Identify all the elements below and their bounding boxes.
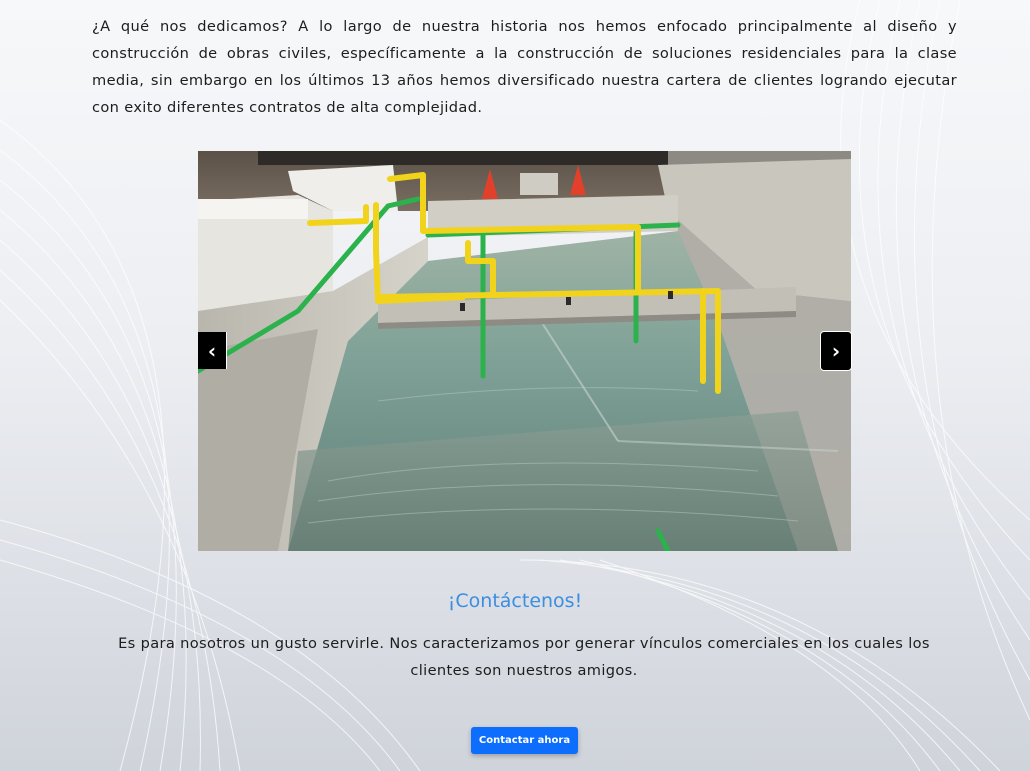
carousel-image-water-tank — [198, 151, 851, 551]
chevron-left-icon: ‹ — [207, 338, 217, 363]
carousel-next-button[interactable]: › — [820, 331, 852, 371]
contact-now-button[interactable]: Contactar ahora — [471, 727, 578, 754]
contact-title: ¡Contáctenos! — [447, 590, 583, 612]
contact-description: Es para nosotros un gusto servirle. Nos … — [118, 635, 930, 679]
chevron-right-icon: › — [831, 339, 841, 363]
image-carousel — [198, 151, 851, 551]
carousel-prev-button[interactable]: ‹ — [198, 332, 227, 369]
intro-paragraph: ¿A qué nos dedicamos? A lo largo de nues… — [92, 18, 957, 116]
